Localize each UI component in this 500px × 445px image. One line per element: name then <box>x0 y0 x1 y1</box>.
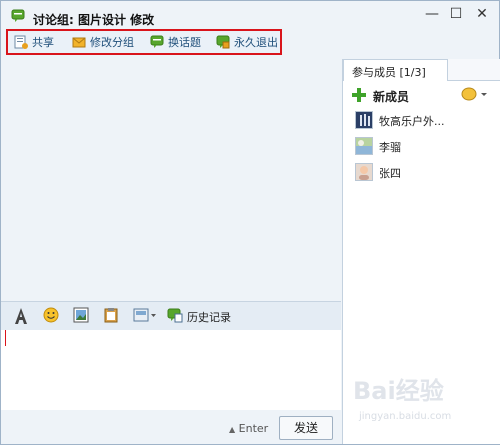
clipboard-button[interactable] <box>103 307 119 325</box>
window-title: 讨论组: 图片设计 修改 <box>33 13 155 27</box>
add-member-label: 新成员 <box>373 90 410 104</box>
discussion-toolbar: 共享 修改分组 换话题 永久退出 <box>6 29 282 55</box>
member-item[interactable]: 李骝 <box>355 137 495 157</box>
watermark: Bai经验 jingyan.baidu.com <box>353 371 493 431</box>
dropdown-arrow-icon: ▲ <box>229 425 236 434</box>
member-name: 牧高乐户外... <box>379 115 445 128</box>
title-bar: 讨论组: 图片设计 修改 — ☐ ✕ <box>1 1 499 27</box>
edit-group-button[interactable]: 修改分组 <box>72 34 138 52</box>
share-label: 共享 <box>32 36 54 49</box>
minimize-button[interactable]: — <box>421 4 443 24</box>
avatar <box>355 163 373 181</box>
watermark-brand: Bai经验 <box>353 377 444 405</box>
tab-members-label: 参与成员 [1/3] <box>352 66 426 79</box>
smiley-icon <box>43 307 59 323</box>
message-input[interactable] <box>1 330 341 410</box>
plus-icon <box>352 88 366 102</box>
exit-icon <box>216 35 230 49</box>
member-item[interactable]: 牧高乐户外... <box>355 111 495 131</box>
watermark-url: jingyan.baidu.com <box>359 411 452 422</box>
change-topic-button[interactable]: 换话题 <box>150 34 208 52</box>
avatar <box>355 137 373 155</box>
text-caret <box>5 330 6 346</box>
coin-icon <box>461 87 487 101</box>
send-bar: ▲ Enter 发送 <box>1 410 341 444</box>
change-topic-label: 换话题 <box>168 36 201 49</box>
message-history-area[interactable] <box>1 59 341 299</box>
share-icon <box>14 35 28 49</box>
send-button[interactable]: 发送 <box>279 416 333 440</box>
discussion-window: 讨论组: 图片设计 修改 — ☐ ✕ 共享 修改分组 换话题 永久退出 参与成员… <box>0 0 500 445</box>
screenshot-button[interactable] <box>73 307 89 325</box>
coin-dropdown[interactable] <box>461 86 489 105</box>
screenshot-icon <box>73 307 89 323</box>
maximize-button[interactable]: ☐ <box>445 4 467 24</box>
avatar <box>355 111 373 129</box>
close-button[interactable]: ✕ <box>471 4 493 24</box>
enter-mode-dropdown[interactable]: ▲ Enter <box>229 422 268 435</box>
member-item[interactable]: 张四 <box>355 163 495 183</box>
tab-members[interactable]: 参与成员 [1/3] <box>343 59 448 81</box>
image-dropdown-icon <box>133 308 156 322</box>
font-button[interactable] <box>13 307 29 325</box>
exit-permanently-button[interactable]: 永久退出 <box>216 34 280 52</box>
enter-label: Enter <box>238 422 269 435</box>
change-topic-icon <box>150 35 164 48</box>
edit-group-label: 修改分组 <box>90 36 134 49</box>
member-name: 张四 <box>379 167 401 180</box>
image-menu-button[interactable] <box>133 307 157 325</box>
exit-label: 永久退出 <box>234 36 278 49</box>
member-name: 李骝 <box>379 141 401 154</box>
emoji-button[interactable] <box>43 307 59 325</box>
clipboard-icon <box>104 308 118 323</box>
history-icon <box>167 308 183 323</box>
format-toolbar: 历史记录 <box>1 301 341 330</box>
share-button[interactable]: 共享 <box>14 34 64 52</box>
edit-group-icon <box>72 37 86 48</box>
font-icon <box>15 308 27 324</box>
history-label: 历史记录 <box>187 311 231 324</box>
chat-bubble-icon <box>11 9 25 22</box>
